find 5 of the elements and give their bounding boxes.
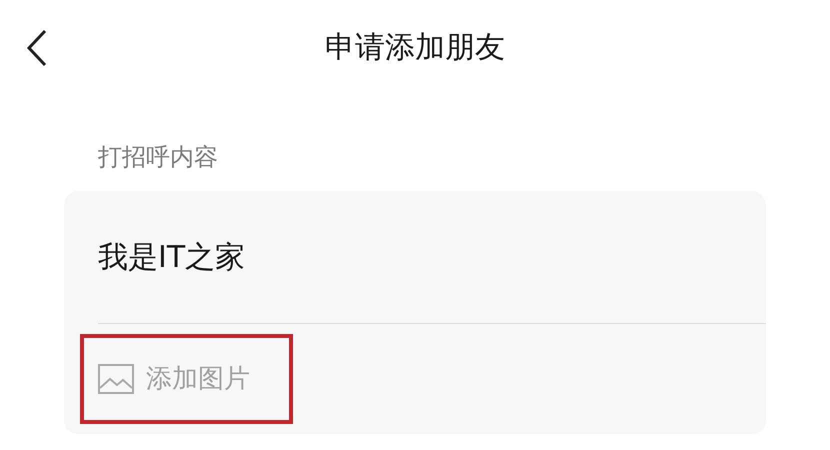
section-label: 打招呼内容 xyxy=(98,143,218,171)
back-icon xyxy=(26,29,48,67)
image-icon xyxy=(98,364,134,394)
greeting-field[interactable]: 我是IT之家 xyxy=(98,234,698,280)
page-title: 申请添加朋友 xyxy=(325,29,505,67)
